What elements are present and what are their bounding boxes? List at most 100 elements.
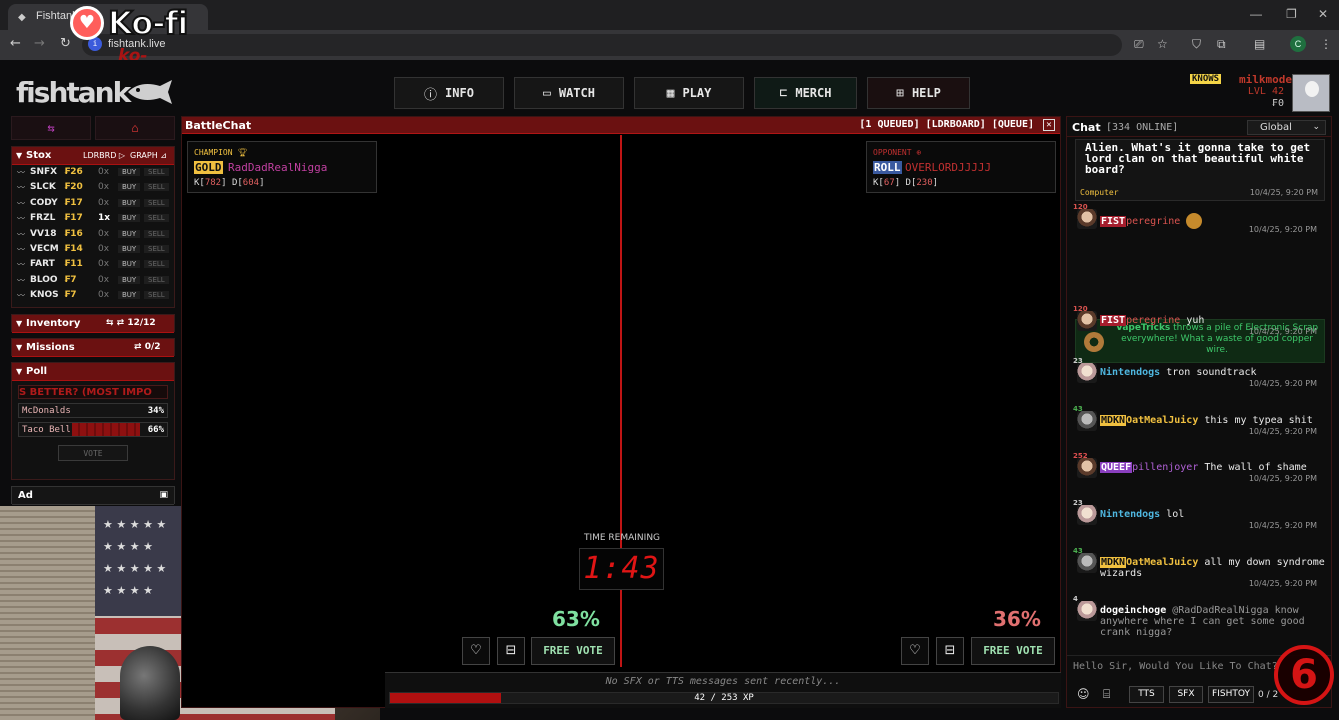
inventory-header[interactable]: ▼ Inventory ⇆ ⇄ 12/12 <box>12 315 174 333</box>
opponent-bag-button[interactable]: ⊟ <box>936 637 964 665</box>
champion-heart-button[interactable]: ♡ <box>462 637 490 665</box>
chat-username[interactable]: pillenjoyer <box>1132 462 1198 473</box>
nav-merch-button[interactable]: ⊏ MERCH <box>754 77 857 109</box>
stox-buy-button[interactable]: BUY <box>118 275 141 284</box>
stox-sell-button[interactable]: SELL <box>144 275 169 284</box>
chat-username[interactable]: dogeinchoge <box>1100 605 1166 616</box>
inventory-panel[interactable]: ▼ Inventory ⇆ ⇄ 12/12 <box>11 314 175 333</box>
stox-buy-button[interactable]: BUY <box>118 214 141 223</box>
profile-avatar[interactable]: C <box>1290 36 1306 52</box>
stox-sell-button[interactable]: SELL <box>144 183 169 192</box>
stox-symbol[interactable]: BLOO <box>30 275 58 285</box>
champion-bag-button[interactable]: ⊟ <box>497 637 525 665</box>
avatar[interactable] <box>1077 553 1097 573</box>
chat-username[interactable]: peregrine <box>1126 216 1180 227</box>
nav-info-button[interactable]: ⓘ INFO <box>394 77 504 109</box>
ad-expand-icon[interactable]: ▣ <box>159 487 168 504</box>
poll-header[interactable]: ▼ Poll <box>12 363 174 381</box>
stox-sell-button[interactable]: SELL <box>144 214 169 223</box>
opponent-heart-button[interactable]: ♡ <box>901 637 929 665</box>
tab-stox-toggle[interactable]: ⇆ <box>11 116 91 140</box>
missions-header[interactable]: ▼ Missions ⇄ 0/2 <box>12 339 174 357</box>
menu-kebab-icon[interactable]: ⋮ <box>1320 37 1332 51</box>
chat-time: 10/4/25, 9:20 PM <box>1248 521 1317 530</box>
avatar[interactable] <box>1077 311 1097 331</box>
opponent-card[interactable]: OPPONENT ⊕ ROLL OVERLORDJJJJJ K[67] D[23… <box>866 141 1056 193</box>
shield-icon[interactable]: ⛉ <box>1192 37 1201 52</box>
stox-sell-button[interactable]: SELL <box>144 260 169 269</box>
stox-sell-button[interactable]: SELL <box>144 168 169 176</box>
trend-icon: 〰 <box>17 260 25 270</box>
avatar[interactable] <box>1077 458 1097 478</box>
avatar[interactable] <box>1077 363 1097 383</box>
chat-channel-select[interactable]: Global ⌄ <box>1247 120 1326 135</box>
stox-symbol[interactable]: SNFX <box>30 167 57 177</box>
clan-badge: FIST <box>1100 216 1127 227</box>
stox-symbol[interactable]: SLCK <box>30 182 56 192</box>
cast-icon[interactable]: ⎚ <box>1134 37 1144 52</box>
champion-card[interactable]: CHAMPION 🏆︎ GOLD RadDadRealNigga K[782] … <box>187 141 377 193</box>
chat-username[interactable]: OatMealJuicy <box>1126 415 1198 426</box>
trend-icon: 〰 <box>17 214 25 224</box>
sidepanel-icon[interactable]: ▤ <box>1254 37 1265 51</box>
stox-buy-button[interactable]: BUY <box>118 291 141 300</box>
nav-watch-button[interactable]: ▭ WATCH <box>514 77 624 109</box>
stox-sell-button[interactable]: SELL <box>144 229 169 238</box>
forward-icon[interactable]: → <box>34 36 45 51</box>
poll-vote-button[interactable]: VOTE <box>58 445 128 461</box>
stox-row: 〰 SLCK ₣20 0x BUY SELL <box>12 180 174 195</box>
stox-symbol[interactable]: FART <box>30 259 55 269</box>
tts-button[interactable]: TTS <box>1129 686 1164 703</box>
tab-shop[interactable]: ⌂ <box>95 116 175 140</box>
close-window-icon[interactable]: ✕ <box>1318 7 1328 21</box>
poll-option-mcdonalds[interactable]: McDonalds 34% <box>18 403 168 418</box>
stox-symbol[interactable]: FRZL <box>30 213 55 223</box>
stox-header[interactable]: ▼ Stox LDRBRD ▷ GRAPH ⊿ <box>12 147 174 165</box>
stox-leaderboard-link[interactable]: LDRBRD ▷ <box>83 147 125 164</box>
stox-sell-button[interactable]: SELL <box>144 198 169 207</box>
stox-symbol[interactable]: VECM <box>30 244 59 254</box>
stox-buy-button[interactable]: BUY <box>118 183 141 192</box>
stox-buy-button[interactable]: BUY <box>118 229 141 238</box>
gift-icon[interactable]: ⌸ <box>1103 687 1110 702</box>
avatar[interactable] <box>1077 601 1097 621</box>
site-logo[interactable]: fishtank <box>16 76 131 109</box>
avatar[interactable] <box>1077 411 1097 431</box>
stox-graph-link[interactable]: GRAPH ⊿ <box>130 147 167 164</box>
user-profile[interactable]: KNOWS milkmoder LVL 42 ₣0 <box>1180 72 1330 114</box>
avatar[interactable] <box>1292 74 1330 112</box>
emoji-icon[interactable]: ☺ <box>1077 687 1090 701</box>
sfx-button[interactable]: SFX <box>1169 686 1203 703</box>
stox-buy-button[interactable]: BUY <box>118 244 141 253</box>
stox-buy-button[interactable]: BUY <box>118 168 141 176</box>
avatar[interactable] <box>1077 505 1097 525</box>
chat-username[interactable]: peregrine <box>1126 315 1180 326</box>
poll-option-tacobell[interactable]: Taco Bell 66% <box>18 422 168 437</box>
nav-help-button[interactable]: ⊞ HELP <box>867 77 970 109</box>
extensions-icon[interactable]: ⧉ <box>1217 37 1226 52</box>
chat-username[interactable]: Nintendogs <box>1100 509 1160 520</box>
avatar[interactable] <box>1077 209 1097 229</box>
fishtoy-button[interactable]: FISHTOY <box>1208 686 1254 703</box>
nav-play-button[interactable]: ▦ PLAY <box>634 77 744 109</box>
stox-symbol[interactable]: VV18 <box>30 229 56 239</box>
channel6-watermark: 6 <box>1274 645 1334 705</box>
close-icon[interactable]: ✕ <box>1043 119 1055 131</box>
stox-symbol[interactable]: CODY <box>30 198 58 208</box>
stox-buy-button[interactable]: BUY <box>118 260 141 269</box>
opponent-free-vote-button[interactable]: FREE VOTE <box>971 637 1055 665</box>
stox-symbol[interactable]: KNOS <box>30 290 59 300</box>
battlechat-links[interactable]: [1 QUEUED] [LDRBOARD] [QUEUE] <box>859 119 1034 130</box>
missions-panel[interactable]: ▼ Missions ⇄ 0/2 <box>11 338 175 357</box>
bookmark-star-icon[interactable]: ☆ <box>1157 37 1168 51</box>
back-icon[interactable]: ← <box>10 36 21 51</box>
stox-buy-button[interactable]: BUY <box>118 198 141 207</box>
sfx-status-bar: No SFX or TTS messages sent recently... … <box>385 672 1061 708</box>
chat-username[interactable]: Nintendogs <box>1100 367 1160 378</box>
champion-free-vote-button[interactable]: FREE VOTE <box>531 637 615 665</box>
chat-username[interactable]: OatMealJuicy <box>1126 557 1198 568</box>
stox-sell-button[interactable]: SELL <box>144 291 169 300</box>
minimize-icon[interactable]: — <box>1250 7 1262 21</box>
maximize-icon[interactable]: ❐ <box>1286 7 1297 21</box>
stox-sell-button[interactable]: SELL <box>144 244 169 253</box>
